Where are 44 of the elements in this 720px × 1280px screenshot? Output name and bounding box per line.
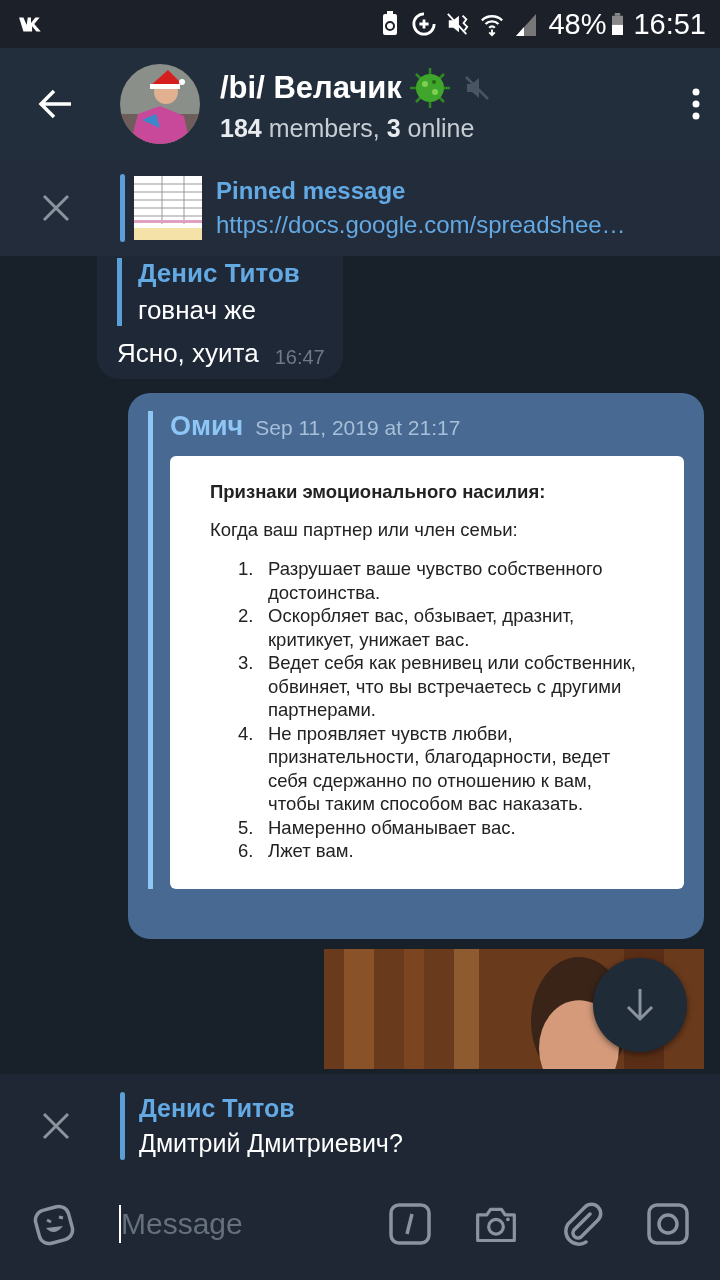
battery-icon bbox=[612, 12, 624, 36]
list-text: Лжет вам. bbox=[268, 839, 355, 863]
list-text: Оскорбляет вас, обзывает, дразнит, критикует, унижает вас. bbox=[268, 604, 576, 651]
list-text: Ведет себя как ревнивец или собственник, обвиняет, что вы встречаетесь с другими партнерами. bbox=[268, 651, 637, 722]
member-count: 184 members, 3 online bbox=[220, 113, 476, 143]
reply-text: Дмитрий Дмитриевич? bbox=[139, 1129, 403, 1158]
pinned-message-bar[interactable]: Pinned message https://docs.google.com/spreadshee… bbox=[0, 160, 720, 256]
clock: 16:51 bbox=[633, 7, 706, 41]
list-number: 2. bbox=[238, 604, 255, 628]
message-text: Ясно, хуита bbox=[117, 338, 259, 369]
list-text: Не проявляет чувств любви, признательности, благодарности, ведет себя сдержанно по отношению к вам, чтобы таким способом вас наказать. bbox=[268, 721, 612, 816]
data-saver-icon bbox=[412, 11, 437, 37]
menu-icon[interactable] bbox=[692, 88, 700, 120]
virus-icon bbox=[407, 65, 452, 110]
forward-sender: Омич bbox=[170, 411, 244, 442]
chat-title: /bi/ Велачик bbox=[220, 69, 402, 106]
close-icon[interactable] bbox=[42, 194, 70, 222]
back-arrow-icon[interactable] bbox=[38, 89, 72, 119]
vibrate-icon bbox=[446, 11, 471, 37]
document-title: Признаки эмоционального насилия: bbox=[210, 480, 547, 504]
sticker-icon[interactable] bbox=[33, 1202, 77, 1246]
list-text: Разрушает ваше чувство собственного достоинства. bbox=[268, 557, 604, 604]
reply-sender: Денис Титов bbox=[138, 258, 301, 289]
close-icon[interactable] bbox=[42, 1112, 70, 1140]
list-number: 5. bbox=[238, 815, 255, 839]
list-text: Намеренно обманывает вас. bbox=[268, 815, 517, 839]
spreadsheet-thumbnail bbox=[134, 176, 202, 240]
list-number: 1. bbox=[238, 557, 255, 581]
vk-logo-icon bbox=[18, 16, 44, 32]
message-time: 16:47 bbox=[274, 346, 325, 369]
pinned-link: https://docs.google.com/spreadshee… bbox=[216, 211, 626, 239]
battery-percent: 48% bbox=[548, 7, 607, 41]
list-number: 3. bbox=[238, 651, 255, 675]
down-arrow-icon bbox=[625, 988, 655, 1022]
reply-sender: Денис Титов bbox=[139, 1094, 296, 1123]
list-number: 4. bbox=[238, 721, 255, 746]
slash-command-icon[interactable] bbox=[388, 1202, 432, 1246]
video-message-icon[interactable] bbox=[646, 1202, 690, 1246]
pinned-label: Pinned message bbox=[216, 177, 407, 205]
document-intro: Когда ваш партнер или член семьи: bbox=[210, 517, 519, 541]
list-number: 6. bbox=[238, 839, 255, 863]
message-field[interactable]: Message bbox=[119, 1205, 346, 1243]
reply-text: говнач же bbox=[138, 295, 258, 326]
forward-date: Sep 11, 2019 at 21:17 bbox=[255, 416, 461, 440]
